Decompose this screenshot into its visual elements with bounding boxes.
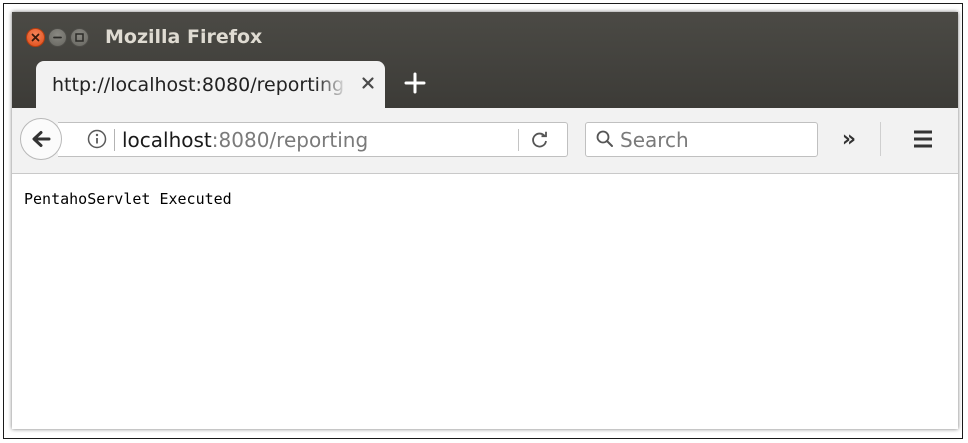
url-separator	[114, 129, 115, 151]
search-placeholder: Search	[620, 128, 689, 152]
title-bar: Mozilla Firefox http://localhost:8080/re…	[12, 12, 958, 109]
url-host: localhost	[122, 128, 212, 152]
close-window-button[interactable]	[26, 28, 45, 47]
hamburger-menu-icon[interactable]	[912, 128, 934, 150]
close-icon	[31, 33, 40, 42]
maximize-window-button[interactable]	[70, 28, 89, 47]
navigation-toolbar: localhost:8080/reporting Search »	[12, 108, 958, 174]
url-bar[interactable]: localhost:8080/reporting	[58, 122, 568, 157]
page-content: PentahoServlet Executed	[12, 174, 958, 429]
search-bar[interactable]: Search	[585, 122, 818, 157]
back-arrow-icon	[32, 131, 51, 147]
plus-icon	[404, 72, 426, 94]
info-icon[interactable]	[86, 128, 108, 150]
url-path: :8080/reporting	[211, 128, 369, 152]
minimize-window-button[interactable]	[48, 28, 67, 47]
back-button[interactable]	[20, 118, 62, 160]
minimize-icon	[53, 36, 62, 39]
toolbar-overflow-button[interactable]: »	[834, 126, 864, 154]
search-icon	[596, 130, 613, 147]
close-icon	[362, 77, 374, 89]
reload-separator	[518, 129, 519, 151]
window-title: Mozilla Firefox	[105, 26, 263, 48]
reload-icon[interactable]	[528, 128, 552, 152]
new-tab-button[interactable]	[402, 70, 428, 96]
browser-window: Mozilla Firefox http://localhost:8080/re…	[12, 12, 958, 429]
tab-title: http://localhost:8080/reporting	[52, 74, 345, 96]
browser-tab[interactable]: http://localhost:8080/reporting	[36, 61, 385, 109]
url-text[interactable]: localhost:8080/reporting	[122, 127, 368, 153]
tab-close-button[interactable]	[358, 73, 378, 97]
page-text: PentahoServlet Executed	[24, 190, 232, 208]
maximize-icon	[75, 33, 84, 42]
tab-title-fade	[316, 69, 356, 101]
toolbar-separator	[880, 122, 881, 156]
